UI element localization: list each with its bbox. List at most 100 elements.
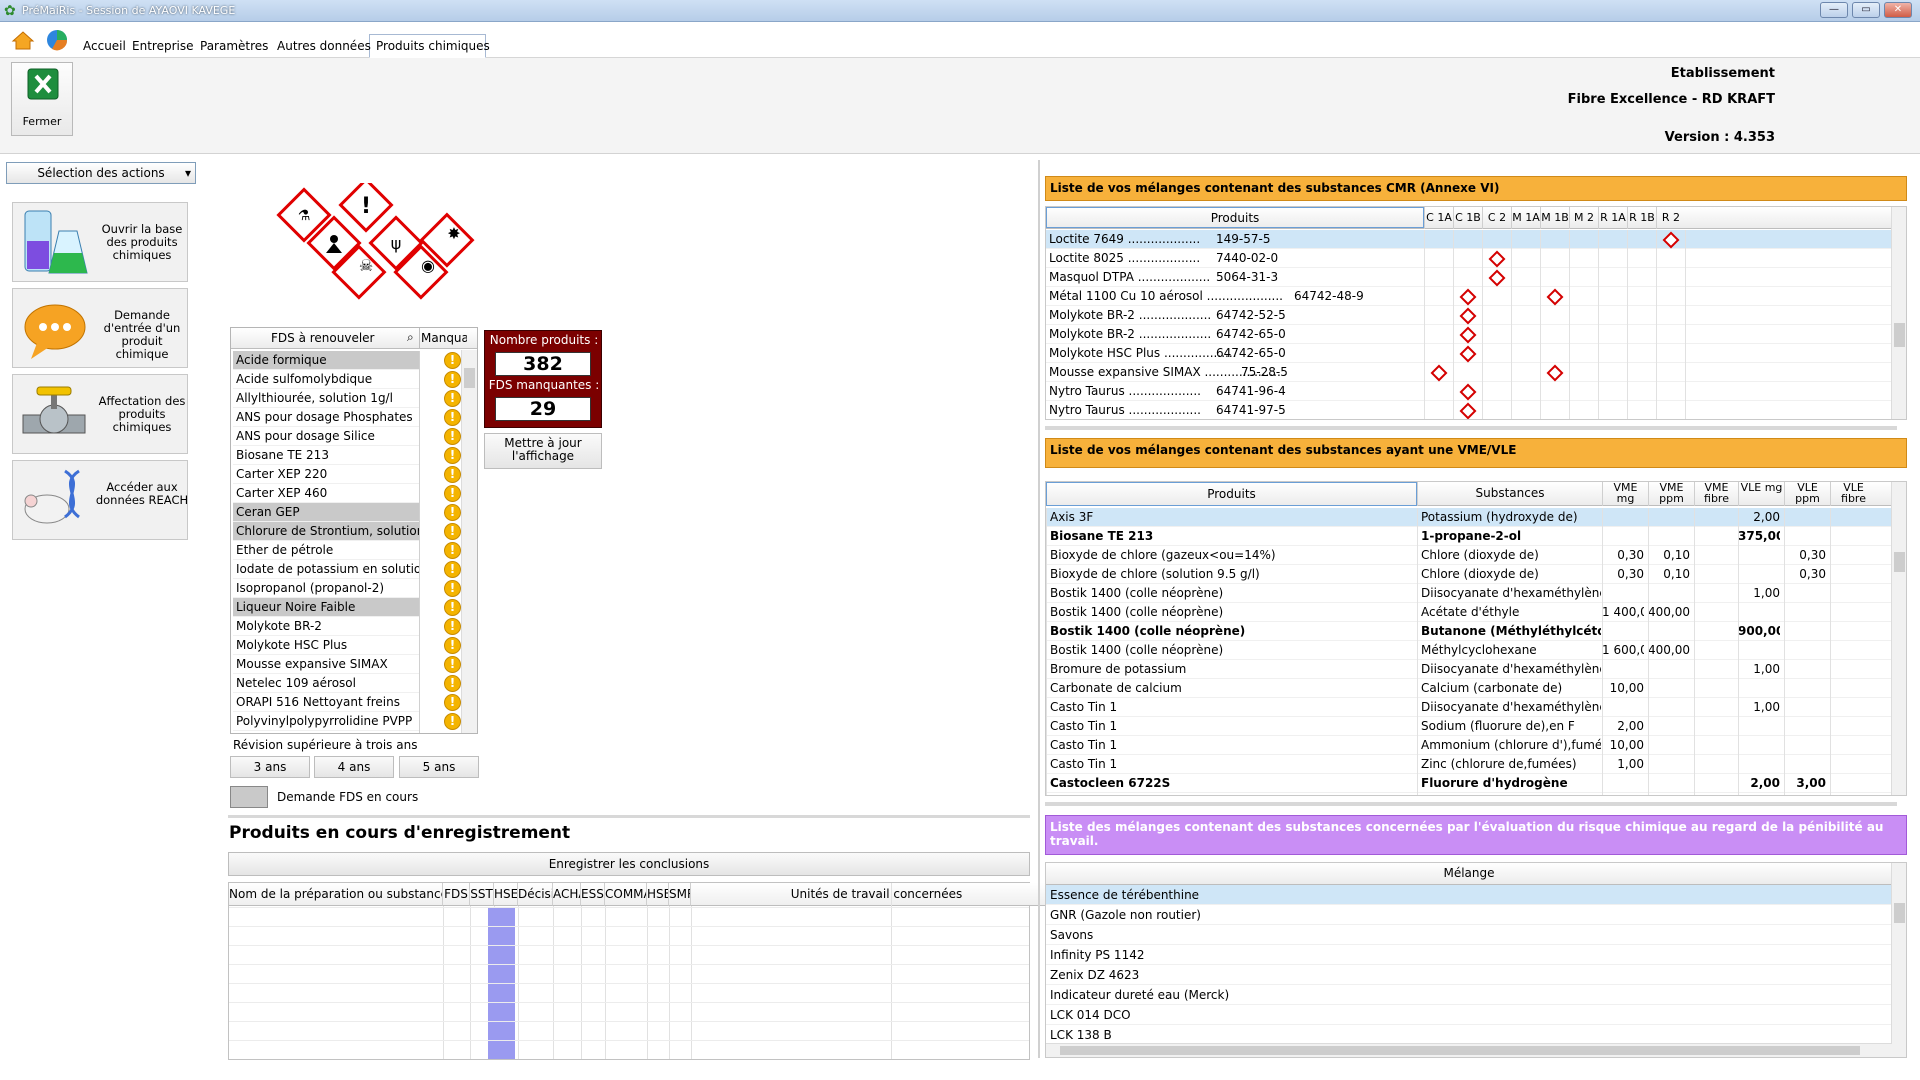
- cmr-row[interactable]: Molykote BR-2 ................... 64742-6…: [1046, 325, 1892, 344]
- penibilite-scrollbar[interactable]: [1891, 863, 1906, 1057]
- vme-row[interactable]: Bromure de potassium Diisocyanate d'hexam…: [1046, 660, 1892, 679]
- menu-accueil[interactable]: Accueil: [83, 39, 126, 53]
- fds-row[interactable]: Mousse expansive SIMAX: [233, 655, 419, 674]
- fds-row[interactable]: Ceran GEP: [233, 503, 419, 522]
- cmr-row[interactable]: Masquol DTPA ................... 5064-31-…: [1046, 268, 1892, 287]
- cmr-col-header[interactable]: C 1B: [1453, 207, 1482, 229]
- vme-row[interactable]: Bioxyde de chlore (gazeux<ou=14%) Chlore …: [1046, 546, 1892, 565]
- vme-col-header[interactable]: VME ppm: [1648, 482, 1694, 506]
- fds-row[interactable]: ANS pour dosage Silice: [233, 427, 419, 446]
- vme-scroll-thumb[interactable]: [1894, 552, 1905, 572]
- cmr-col-header[interactable]: M 2: [1569, 207, 1598, 229]
- cmr-col-header[interactable]: C 1A: [1424, 207, 1453, 229]
- penibilite-row[interactable]: LCK 014 DCO: [1046, 1005, 1892, 1025]
- request-product-entry-button[interactable]: Demande d'entrée d'un produit chimique: [12, 288, 188, 368]
- vme-col-header[interactable]: VME mg: [1602, 482, 1648, 506]
- vme-scrollbar[interactable]: [1891, 482, 1906, 795]
- cmr-row[interactable]: Métal 1100 Cu 10 aérosol ...............…: [1046, 287, 1892, 306]
- vme-col-header[interactable]: VME fibre: [1694, 482, 1738, 506]
- save-conclusions-button[interactable]: Enregistrer les conclusions: [228, 852, 1030, 876]
- vertical-splitter[interactable]: [1038, 160, 1040, 1058]
- fds-row[interactable]: Chlorure de Strontium, solution: [233, 522, 419, 541]
- vme-row[interactable]: Bostik 1400 (colle néoprène) Méthylcycloh…: [1046, 641, 1892, 660]
- fds-scroll-thumb[interactable]: [464, 368, 475, 388]
- reg-col-header[interactable]: ACHAT: [553, 883, 581, 906]
- home-icon[interactable]: [10, 29, 36, 51]
- reg-col-header[interactable]: Décision: [518, 883, 553, 906]
- vme-row[interactable]: Casto Tin 1 Ammonium (chlorure d'),fumée 1…: [1046, 736, 1892, 755]
- cmr-row[interactable]: Mousse expansive SIMAX .................…: [1046, 363, 1892, 382]
- menu-entreprise[interactable]: Entreprise: [132, 39, 193, 53]
- vme-row[interactable]: Castocleen 6722S Fluorure d'hydrogène 2,00…: [1046, 774, 1892, 793]
- refresh-display-button[interactable]: Mettre à jour l'affichage: [484, 433, 602, 469]
- fds-row[interactable]: Acide formique: [233, 351, 419, 370]
- penibilite-row[interactable]: Savons: [1046, 925, 1892, 945]
- cmr-product-header[interactable]: Produits: [1046, 207, 1424, 228]
- cmr-col-header[interactable]: C 2: [1482, 207, 1511, 229]
- close-window-button[interactable]: ✕: [1884, 2, 1912, 18]
- cmr-row[interactable]: Nytro Taurus ................... 64741-96…: [1046, 382, 1892, 401]
- penibilite-row[interactable]: Zenix DZ 4623: [1046, 965, 1892, 985]
- cmr-col-header[interactable]: R 1B: [1627, 207, 1656, 229]
- vme-row[interactable]: Casto Tin 1 Diisocyanate d'hexaméthylène,…: [1046, 698, 1892, 717]
- cmr-col-header[interactable]: M 1B: [1540, 207, 1569, 229]
- fds-row[interactable]: Molykote HSC Plus: [233, 636, 419, 655]
- cmr-scroll-h[interactable]: [1045, 426, 1897, 430]
- reg-col-header[interactable]: SMR: [669, 883, 691, 906]
- reg-col-header[interactable]: FDS: [443, 883, 470, 906]
- vme-row[interactable]: Biosane TE 213 1-propane-2-ol 375,00: [1046, 527, 1892, 546]
- fds-row[interactable]: Isopropanol (propanol-2): [233, 579, 419, 598]
- menu-produits-chimiques[interactable]: Produits chimiques: [376, 39, 490, 53]
- fds-row[interactable]: ORAPI 516 Nettoyant freins: [233, 693, 419, 712]
- penibilite-h-scrollbar[interactable]: [1046, 1043, 1892, 1057]
- fds-col-missing[interactable]: Manqua: [421, 331, 467, 345]
- menu-autres-donnees[interactable]: Autres données: [277, 39, 371, 53]
- fds-row[interactable]: Iodate de potassium en solution: [233, 560, 419, 579]
- penibilite-row[interactable]: Essence de térébenthine: [1046, 885, 1892, 905]
- fds-scrollbar[interactable]: [461, 350, 477, 733]
- vme-row[interactable]: Axis 3F Potassium (hydroxyde de) 2,00: [1046, 508, 1892, 527]
- fds-row[interactable]: Allylthiourée, solution 1g/l: [233, 389, 419, 408]
- cmr-scrollbar[interactable]: [1891, 207, 1906, 419]
- vme-row[interactable]: Casto Tin 1 Zinc (chlorure de,fumées) 1,00: [1046, 755, 1892, 774]
- vme-col-header[interactable]: VLE fibre: [1830, 482, 1876, 506]
- reg-col-header[interactable]: Unités de travail concernées: [691, 883, 1063, 906]
- fds-row[interactable]: Carter XEP 220: [233, 465, 419, 484]
- cmr-row[interactable]: Molykote HSC Plus ................... 647…: [1046, 344, 1892, 363]
- reg-col-header[interactable]: SST: [470, 883, 494, 906]
- fds-row[interactable]: Biosane TE 213: [233, 446, 419, 465]
- vme-row[interactable]: Bioxyde de chlore (solution 9.5 g/l) Chlo…: [1046, 565, 1892, 584]
- reg-col-header[interactable]: HSE: [647, 883, 669, 906]
- cmr-scroll-thumb[interactable]: [1894, 323, 1905, 347]
- cmr-row[interactable]: Loctite 8025 ................... 7440-02-…: [1046, 249, 1892, 268]
- penibilite-scroll-thumb[interactable]: [1894, 903, 1905, 923]
- cmr-row[interactable]: Loctite 7649 ................... 149-57-5: [1046, 230, 1892, 249]
- reach-data-button[interactable]: Accéder aux données REACH: [12, 460, 188, 540]
- cmr-col-header[interactable]: R 2: [1656, 207, 1685, 229]
- revision-3-years-button[interactable]: 3 ans: [230, 756, 310, 778]
- vme-row[interactable]: Bostik 1400 (colle néoprène) Butanone (Mé…: [1046, 622, 1892, 641]
- fds-row[interactable]: Liqueur Noire Faible: [233, 598, 419, 617]
- fds-row[interactable]: Carter XEP 460: [233, 484, 419, 503]
- search-icon[interactable]: ⌕: [407, 330, 414, 345]
- actions-select[interactable]: Sélection des actions ▾: [6, 162, 196, 184]
- cmr-row[interactable]: Nytro Taurus ................... 64741-97…: [1046, 401, 1892, 419]
- minimize-button[interactable]: —: [1820, 2, 1848, 18]
- vme-row[interactable]: Carbonate de calcium Calcium (carbonate d…: [1046, 679, 1892, 698]
- vme-col-header[interactable]: VLE ppm: [1784, 482, 1830, 506]
- penibilite-row[interactable]: GNR (Gazole non routier): [1046, 905, 1892, 925]
- vme-row[interactable]: Bostik 1400 (colle néoprène) Acétate d'ét…: [1046, 603, 1892, 622]
- vme-row[interactable]: Bostik 1400 (colle néoprène) Diisocyanate…: [1046, 584, 1892, 603]
- fermer-button[interactable]: Fermer: [11, 62, 73, 136]
- fds-col-title[interactable]: FDS à renouveler: [271, 331, 374, 345]
- penibilite-row[interactable]: Infinity PS 1142: [1046, 945, 1892, 965]
- vme-col-header[interactable]: VLE mg: [1738, 482, 1784, 506]
- open-products-db-button[interactable]: Ouvrir la base des produits chimiques: [12, 202, 188, 282]
- penibilite-row[interactable]: LCK 138 B: [1046, 1025, 1892, 1045]
- fds-row[interactable]: Acide sulfomolybdique: [233, 370, 419, 389]
- fds-row[interactable]: Polyvinylpolypyrrolidine PVPP: [233, 712, 419, 731]
- penibilite-row[interactable]: Indicateur dureté eau (Merck): [1046, 985, 1892, 1005]
- reg-col-header[interactable]: COMMANDE: [605, 883, 647, 906]
- cmr-col-header[interactable]: M 1A: [1511, 207, 1540, 229]
- menu-parametres[interactable]: Paramètres: [200, 39, 268, 53]
